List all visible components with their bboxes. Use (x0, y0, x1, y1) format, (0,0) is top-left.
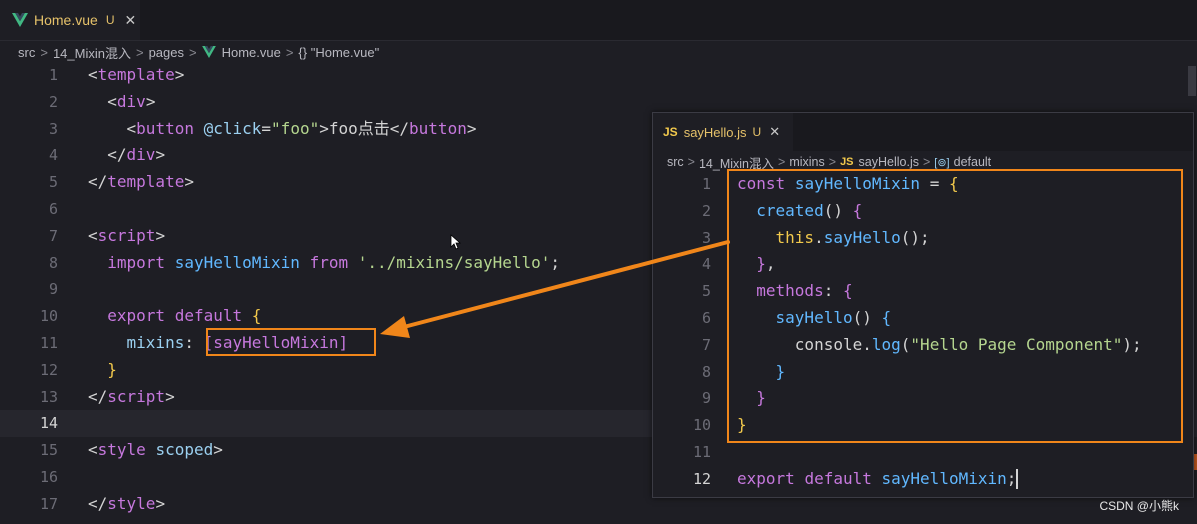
line-number: 8 (701, 362, 711, 381)
code-line-active[interactable]: 12 export default sayHelloMixin; (653, 466, 1193, 493)
line-number: 4 (48, 146, 58, 165)
line-number: 16 (39, 467, 58, 486)
line-number: 4 (701, 255, 711, 274)
chevron-right-icon: > (135, 44, 144, 60)
breadcrumb-item-pages[interactable]: pages (149, 45, 184, 60)
tab-bar: Home.vue U ✕ (0, 0, 1197, 41)
vue-icon (12, 13, 28, 27)
code-text: <div> (107, 91, 156, 111)
js-file-icon: JS (840, 156, 854, 168)
breadcrumb-item-src[interactable]: src (18, 45, 35, 60)
line-number: 6 (48, 199, 58, 218)
breadcrumb-item-folder[interactable]: 14_Mixin混入 (53, 43, 131, 62)
code-text: } (107, 359, 117, 379)
breadcrumb-item-symbol[interactable]: {} "Home.vue" (298, 45, 379, 60)
breadcrumb: src > 14_Mixin混入 > pages > Home.vue > {}… (18, 42, 379, 62)
chevron-right-icon: > (778, 155, 786, 169)
chevron-right-icon: > (828, 155, 837, 169)
close-icon[interactable]: ✕ (769, 124, 780, 140)
code-line[interactable]: 1 <template> (0, 62, 1197, 89)
chevron-right-icon: > (40, 44, 48, 60)
close-icon[interactable]: ✕ (124, 12, 136, 29)
chevron-right-icon: > (922, 155, 931, 169)
line-number: 11 (39, 333, 58, 352)
panel-tab-bar: JS sayHello.js U ✕ (653, 113, 1193, 151)
code-text: </template> (88, 172, 194, 192)
line-number: 11 (692, 442, 711, 461)
line-number: 9 (701, 389, 711, 408)
tab-label: sayHello.js (683, 124, 747, 140)
breadcrumb-item-file[interactable]: sayHello.js (859, 155, 919, 169)
js-file-icon: JS (663, 125, 678, 139)
line-number: 8 (48, 253, 58, 272)
untracked-badge: U (752, 125, 762, 139)
line-number: 14 (39, 414, 58, 433)
symbol-variable-icon: [⊚] (934, 156, 950, 169)
line-number: 2 (701, 201, 711, 220)
code-text: <template> (88, 65, 185, 84)
untracked-badge: U (105, 13, 115, 27)
line-number: 5 (48, 173, 58, 192)
line-number: 6 (701, 308, 711, 327)
line-number: 12 (692, 469, 711, 488)
text-cursor (1016, 469, 1019, 490)
code-text: </style> (88, 493, 166, 513)
breadcrumb-item-src[interactable]: src (667, 155, 684, 169)
line-number: 15 (39, 441, 58, 460)
line-number: 2 (48, 92, 58, 111)
line-number: 10 (692, 416, 711, 435)
mixin-highlight-box (727, 169, 1183, 443)
code-text: export default sayHelloMixin; (737, 468, 1019, 490)
line-number: 7 (48, 226, 58, 245)
line-number: 5 (701, 282, 711, 301)
chevron-right-icon: > (687, 155, 695, 169)
line-number: 17 (39, 494, 58, 513)
line-number: 12 (39, 360, 58, 379)
line-number: 3 (48, 119, 58, 138)
watermark: CSDN @小熊k (1099, 499, 1179, 513)
chevron-right-icon: > (188, 44, 197, 60)
line-number: 1 (48, 66, 58, 84)
line-number: 7 (701, 335, 711, 354)
line-number: 9 (48, 280, 58, 299)
breadcrumb-item-file[interactable]: Home.vue (222, 45, 281, 60)
scrollbar-thumb[interactable] (1188, 66, 1196, 96)
code-text: import sayHelloMixin from '../mixins/say… (107, 252, 561, 272)
code-text: <button @click="foo">foo点击</button> (126, 118, 477, 138)
code-text: <script> (88, 225, 166, 245)
breadcrumb-item-mixins[interactable]: mixins (789, 155, 824, 169)
code-text: export default { (107, 306, 262, 326)
line-number: 13 (39, 387, 58, 406)
line-number: 3 (701, 228, 711, 247)
chevron-right-icon: > (285, 44, 294, 60)
mouse-cursor-icon (450, 234, 462, 250)
line-number: 10 (39, 307, 58, 326)
line-number: 1 (701, 175, 711, 193)
mixins-highlight-box (206, 328, 376, 356)
tab-home-vue[interactable]: Home.vue U ✕ (0, 0, 140, 40)
breadcrumb-item-symbol[interactable]: default (954, 155, 992, 169)
code-text: </script> (88, 386, 175, 406)
code-text: </div> (107, 145, 166, 165)
mixin-file-panel: JS sayHello.js U ✕ src > 14_Mixin混入 > mi… (652, 112, 1194, 498)
code-text: <style scoped> (88, 440, 223, 460)
vue-icon (201, 46, 216, 58)
tab-sayhello-js[interactable]: JS sayHello.js U ✕ (653, 113, 793, 151)
tab-label: Home.vue (34, 12, 98, 28)
